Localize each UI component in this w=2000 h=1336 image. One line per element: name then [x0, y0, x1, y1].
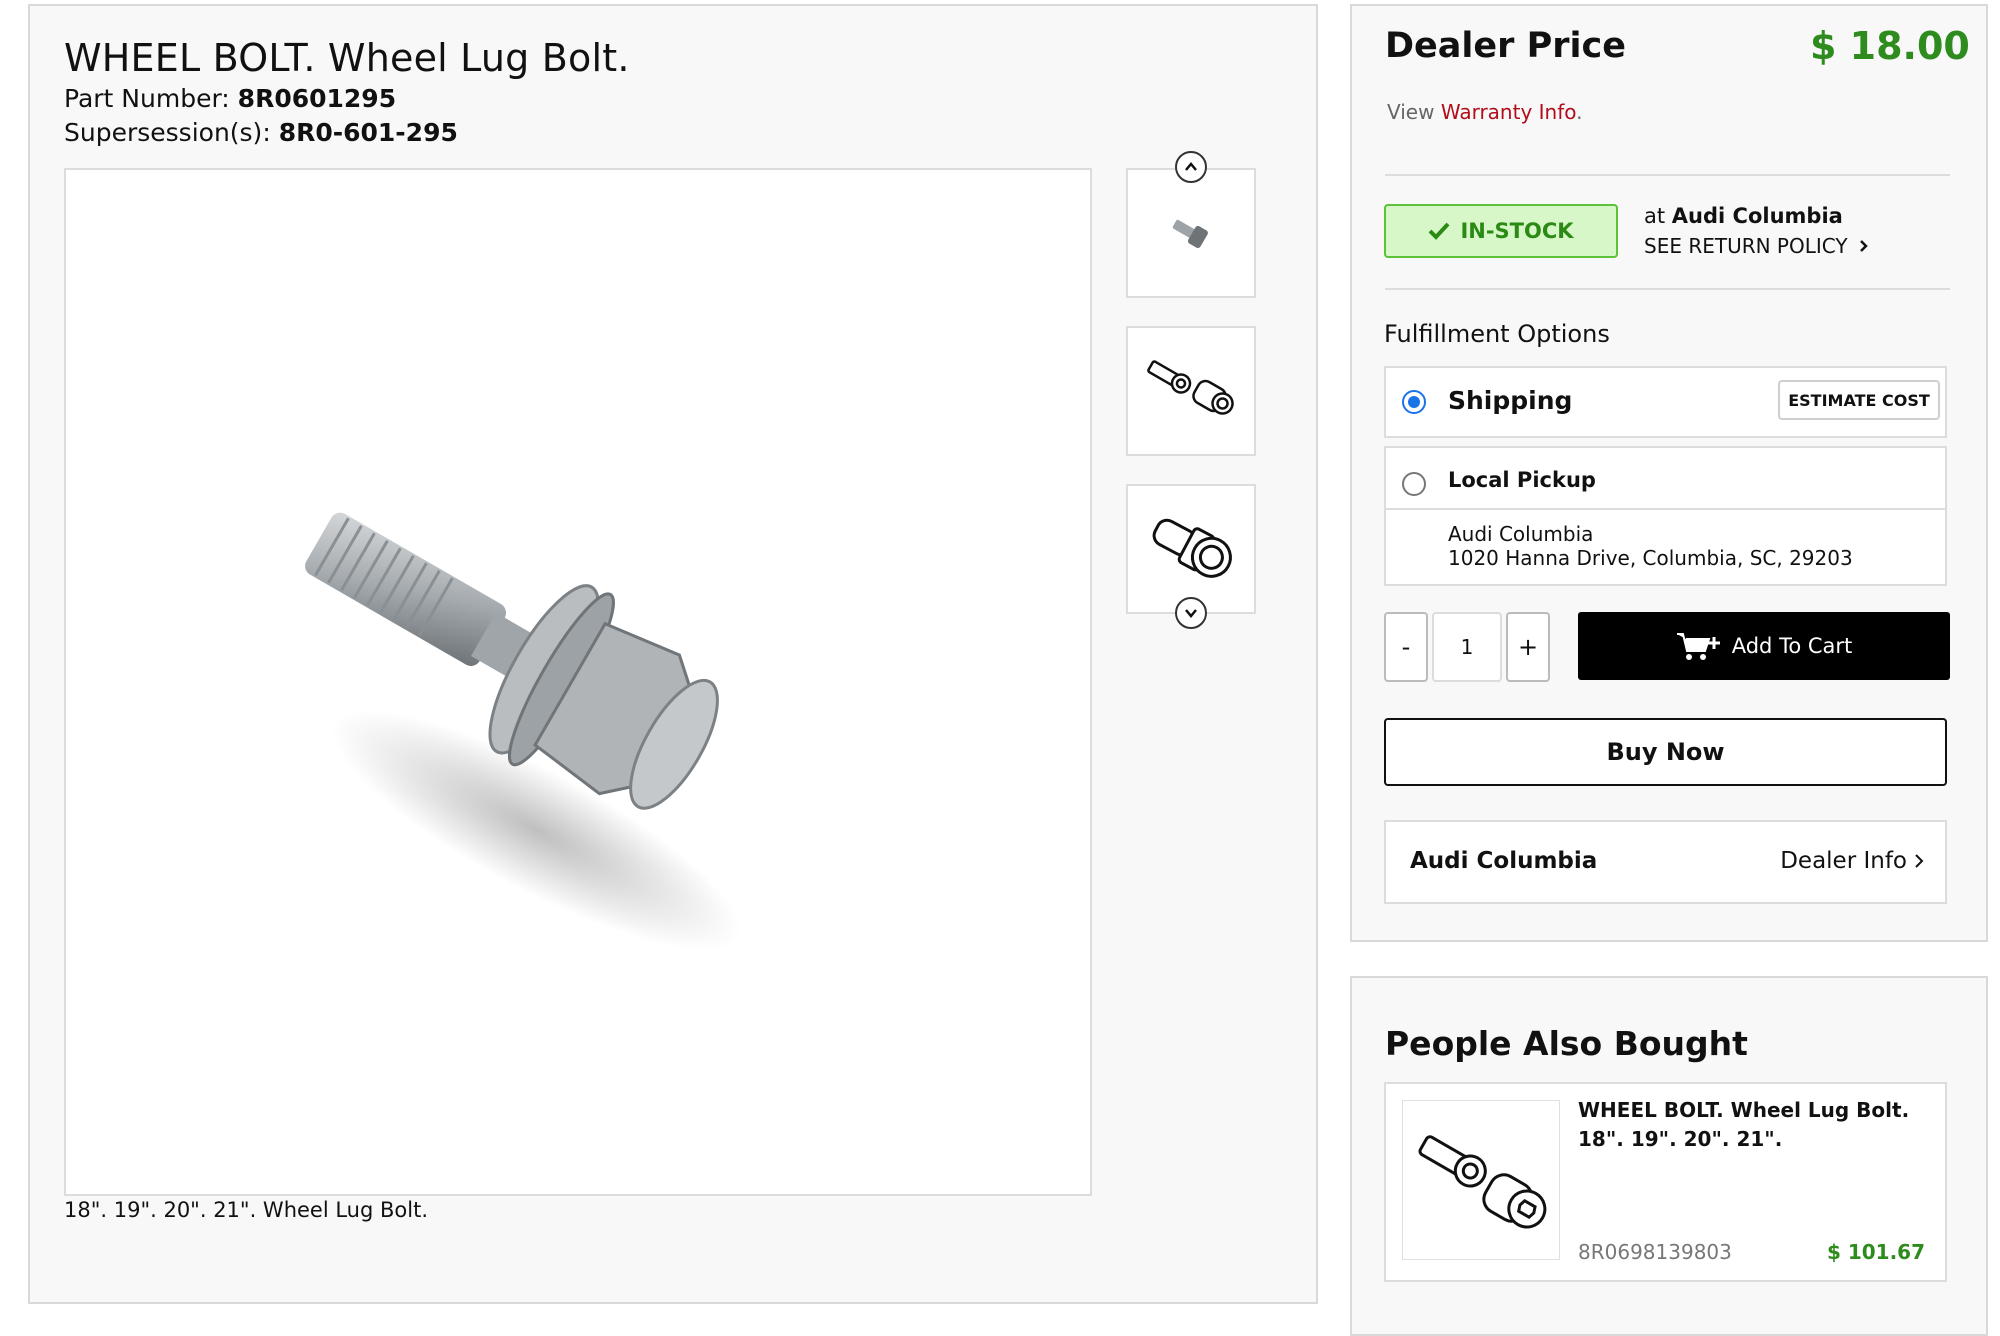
chevron-right-icon — [1860, 240, 1868, 252]
shipping-option[interactable]: Shipping ESTIMATE COST — [1384, 366, 1947, 438]
related-product-part-number: 8R0698139803 — [1578, 1240, 1732, 1264]
in-stock-label: IN-STOCK — [1460, 219, 1574, 243]
shipping-radio[interactable] — [1402, 390, 1426, 414]
dealer-name: Audi Columbia — [1410, 848, 1598, 874]
supersession-number: 8R0-601-295 — [278, 118, 458, 147]
supersession-line: Supersession(s): 8R0-601-295 — [64, 118, 458, 147]
people-also-bought-title: People Also Bought — [1385, 1024, 1748, 1063]
buy-now-button[interactable]: Buy Now — [1384, 718, 1947, 786]
product-title: WHEEL BOLT. Wheel Lug Bolt. — [64, 36, 630, 80]
warranty-suffix: . — [1576, 100, 1583, 124]
pickup-dealer-name: Audi Columbia — [1448, 522, 1594, 546]
checkmark-icon — [1429, 222, 1450, 240]
pickup-address: 1020 Hanna Drive, Columbia, SC, 29203 — [1448, 546, 1853, 570]
main-product-image[interactable] — [64, 168, 1092, 1196]
stock-dealer-name: Audi Columbia — [1671, 204, 1843, 228]
bolt-and-lock-diagram-thumbnail — [1147, 360, 1234, 415]
dealer-price: $ 18.00 — [1810, 24, 1970, 68]
dealer-info-link[interactable]: Dealer Info — [1780, 848, 1925, 874]
quantity-input[interactable]: 1 — [1432, 612, 1502, 682]
dealer-info-label: Dealer Info — [1780, 848, 1907, 874]
return-policy-label: SEE RETURN POLICY — [1644, 234, 1848, 258]
thumbnail-scroll-up-button[interactable] — [1175, 151, 1207, 183]
supersession-label: Supersession(s): — [64, 118, 271, 147]
related-product-card[interactable]: WHEEL BOLT. Wheel Lug Bolt. 18". 19". 20… — [1384, 1082, 1947, 1282]
shipping-label: Shipping — [1448, 386, 1573, 415]
bolt-photo-thumbnail — [1172, 219, 1208, 249]
add-to-cart-label: Add To Cart — [1731, 634, 1853, 658]
chevron-up-icon — [1185, 162, 1197, 171]
thumbnail-bolt-diagram[interactable] — [1126, 484, 1256, 614]
thumbnail-scroll-down-button[interactable] — [1175, 597, 1207, 629]
add-to-cart-button[interactable]: Add To Cart — [1578, 612, 1950, 680]
quantity-decrement-button[interactable]: - — [1384, 612, 1428, 682]
wheel-bolt-photo — [305, 512, 742, 951]
image-caption: 18". 19". 20". 21". Wheel Lug Bolt. — [64, 1198, 428, 1222]
thumbnail-bolt-photo[interactable] — [1126, 168, 1256, 298]
warranty-prefix: View — [1387, 100, 1435, 124]
return-policy-link[interactable]: SEE RETURN POLICY — [1644, 234, 1870, 258]
radio-selected-dot — [1408, 396, 1420, 408]
warranty-line: View Warranty Info. — [1387, 100, 1583, 124]
related-product-title[interactable]: WHEEL BOLT. Wheel Lug Bolt. 18". 19". 20… — [1578, 1096, 1934, 1154]
warranty-info-link[interactable]: Warranty Info — [1441, 100, 1576, 124]
related-product-price: $ 101.67 — [1826, 1240, 1925, 1264]
divider — [1385, 288, 1950, 290]
stock-location: at Audi Columbia — [1644, 204, 1843, 228]
bolt-and-lock-diagram — [1418, 1135, 1547, 1229]
quantity-increment-button[interactable]: + — [1506, 612, 1550, 682]
dealer-info-box[interactable]: Audi Columbia Dealer Info — [1384, 820, 1947, 904]
fulfillment-options-label: Fulfillment Options — [1384, 320, 1610, 348]
dealer-price-label: Dealer Price — [1385, 26, 1626, 66]
thumbnail-bolt-and-lock[interactable] — [1126, 326, 1256, 456]
chevron-right-icon — [1915, 854, 1924, 868]
part-number-label: Part Number: — [64, 84, 230, 113]
part-number: 8R0601295 — [237, 84, 397, 113]
part-number-line: Part Number: 8R0601295 — [64, 84, 396, 113]
chevron-down-icon — [1185, 609, 1197, 618]
local-pickup-radio[interactable] — [1402, 472, 1426, 496]
at-prefix: at — [1644, 204, 1666, 228]
estimate-cost-button[interactable]: ESTIMATE COST — [1778, 380, 1940, 420]
bolt-diagram-thumbnail — [1152, 518, 1232, 578]
add-to-cart-icon — [1676, 633, 1720, 660]
local-pickup-option[interactable]: Local Pickup Audi Columbia 1020 Hanna Dr… — [1384, 446, 1947, 586]
in-stock-badge: IN-STOCK — [1384, 204, 1618, 258]
local-pickup-label: Local Pickup — [1448, 468, 1596, 492]
divider — [1386, 508, 1945, 510]
divider — [1385, 174, 1950, 176]
related-product-image[interactable] — [1402, 1100, 1560, 1260]
